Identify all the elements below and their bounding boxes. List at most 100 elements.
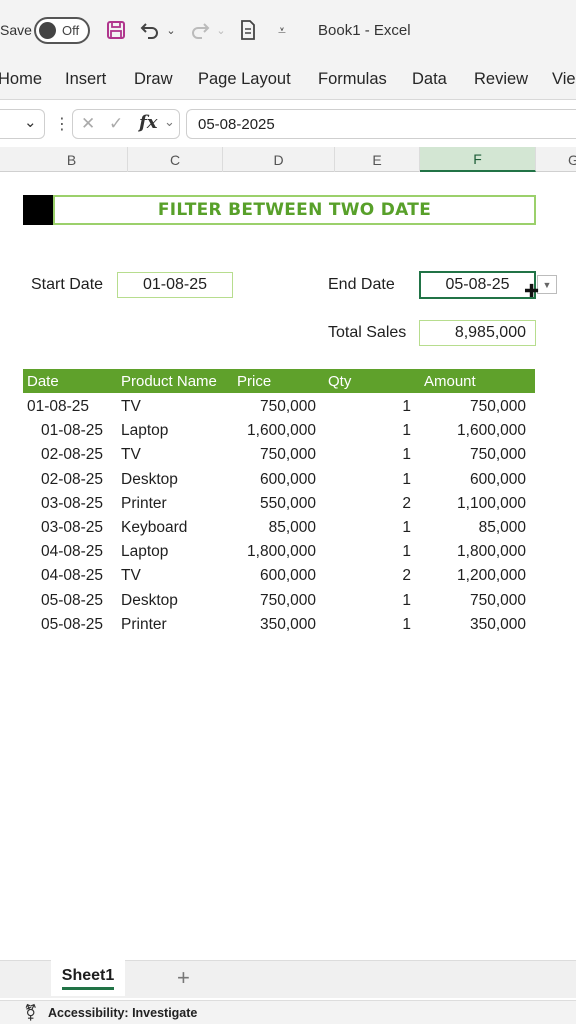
cell-price[interactable]: 1,800,000	[223, 541, 316, 563]
cell-price[interactable]: 350,000	[223, 614, 316, 636]
cell-date[interactable]: 03-08-25	[23, 517, 103, 539]
more-options-icon[interactable]: ⋮	[54, 114, 70, 134]
column-header-c[interactable]: C	[128, 147, 223, 172]
header-date[interactable]: Date	[27, 373, 59, 390]
cell-qty[interactable]: 2	[335, 493, 411, 515]
cell-price[interactable]: 600,000	[223, 469, 316, 491]
cell-price[interactable]: 750,000	[223, 444, 316, 466]
cell-date[interactable]: 01-08-25	[23, 420, 103, 442]
cell-product[interactable]: Keyboard	[121, 517, 231, 539]
enter-icon[interactable]: ✓	[109, 114, 123, 134]
add-sheet-icon[interactable]: +	[177, 965, 190, 991]
header-price[interactable]: Price	[237, 373, 271, 390]
tab-home[interactable]: Home	[0, 70, 42, 89]
cell-qty[interactable]: 1	[335, 444, 411, 466]
cell-product[interactable]: Printer	[121, 493, 231, 515]
cell-qty[interactable]: 1	[335, 614, 411, 636]
cell-date[interactable]: 03-08-25	[23, 493, 103, 515]
cell-product[interactable]: Laptop	[121, 420, 231, 442]
column-header-f[interactable]: F	[420, 147, 536, 172]
total-sales-label: Total Sales	[328, 324, 407, 341]
cell-date[interactable]: 05-08-25	[23, 590, 103, 612]
workbook-title: Book1 - Excel	[318, 22, 411, 39]
cell-product[interactable]: TV	[121, 396, 231, 418]
column-header-g[interactable]: G	[536, 147, 576, 172]
cell-amount[interactable]: 750,000	[420, 590, 526, 612]
cell-qty[interactable]: 1	[335, 420, 411, 442]
redo-dropdown-icon[interactable]: ⌄	[214, 17, 228, 43]
cell-product[interactable]: Laptop	[121, 541, 231, 563]
sheet-tab-label: Sheet1	[61, 967, 115, 990]
cell-price[interactable]: 85,000	[223, 517, 316, 539]
cell-amount[interactable]: 750,000	[420, 396, 526, 418]
cell-amount[interactable]: 1,800,000	[420, 541, 526, 563]
cell-product[interactable]: TV	[121, 565, 231, 587]
cell-amount[interactable]: 750,000	[420, 444, 526, 466]
header-product-name[interactable]: Product Name	[121, 373, 217, 390]
cell-date[interactable]: 04-08-25	[23, 565, 103, 587]
cell-price[interactable]: 750,000	[223, 590, 316, 612]
cell-price[interactable]: 1,600,000	[223, 420, 316, 442]
column-header-d[interactable]: D	[223, 147, 335, 172]
tab-insert[interactable]: Insert	[65, 70, 106, 89]
end-date-cell[interactable]: 05-08-25	[419, 271, 536, 299]
cell-product[interactable]: TV	[121, 444, 231, 466]
accessibility-icon[interactable]: ⚧	[24, 1003, 37, 1023]
cell-price[interactable]: 550,000	[223, 493, 316, 515]
document-icon[interactable]	[236, 17, 260, 43]
cell-date[interactable]: 05-08-25	[23, 614, 103, 636]
customize-toolbar-icon[interactable]: ⩡	[272, 17, 292, 43]
validation-dropdown-icon[interactable]: ▼	[537, 275, 557, 294]
column-header-b[interactable]: B	[16, 147, 128, 172]
name-box-chevron-icon: ⌄	[24, 114, 37, 131]
total-sales-cell[interactable]: 8,985,000	[419, 320, 536, 346]
cell-qty[interactable]: 1	[335, 396, 411, 418]
tab-review[interactable]: Review	[474, 70, 528, 89]
cell-date[interactable]: 02-08-25	[23, 469, 103, 491]
tab-formulas[interactable]: Formulas	[318, 70, 387, 89]
cell-amount[interactable]: 350,000	[420, 614, 526, 636]
tab-data[interactable]: Data	[412, 70, 447, 89]
fill-handle-cursor-icon: ✚	[524, 281, 540, 301]
cell-product[interactable]: Printer	[121, 614, 231, 636]
cell-amount[interactable]: 85,000	[420, 517, 526, 539]
start-date-cell[interactable]: 01-08-25	[117, 272, 233, 298]
autosave-toggle[interactable]: Off	[34, 17, 90, 44]
insert-function-icon[interactable]: fx	[139, 112, 157, 133]
cell-amount[interactable]: 1,200,000	[420, 565, 526, 587]
cell-qty[interactable]: 1	[335, 541, 411, 563]
cancel-icon[interactable]: ✕	[81, 114, 95, 134]
cell-qty[interactable]: 1	[335, 590, 411, 612]
tab-view[interactable]: Vie	[552, 70, 576, 89]
cell-qty[interactable]: 2	[335, 565, 411, 587]
cell-amount[interactable]: 1,600,000	[420, 420, 526, 442]
cell-qty[interactable]: 1	[335, 469, 411, 491]
fx-chevron-icon[interactable]: ⌄	[164, 114, 175, 130]
cell-qty[interactable]: 1	[335, 517, 411, 539]
tab-page-layout[interactable]: Page Layout	[198, 70, 291, 89]
sheet-tab-sheet1[interactable]: Sheet1	[51, 960, 125, 996]
title-banner[interactable]: FILTER BETWEEN TWO DATE	[53, 195, 536, 225]
accessibility-status[interactable]: Accessibility: Investigate	[48, 1006, 197, 1020]
cell-date[interactable]: 02-08-25	[23, 444, 103, 466]
column-header-e[interactable]: E	[335, 147, 420, 172]
cell-price[interactable]: 750,000	[223, 396, 316, 418]
cell-date[interactable]: 01-08-25	[23, 396, 103, 418]
name-box[interactable]: ⌄	[0, 109, 45, 139]
cell-price[interactable]: 600,000	[223, 565, 316, 587]
redo-icon[interactable]	[188, 17, 212, 43]
cell-product[interactable]: Desktop	[121, 590, 231, 612]
cell-amount[interactable]: 1,100,000	[420, 493, 526, 515]
cell-amount[interactable]: 600,000	[420, 469, 526, 491]
tab-draw[interactable]: Draw	[134, 70, 173, 89]
autosave-label: Save	[0, 22, 32, 38]
header-qty[interactable]: Qty	[328, 373, 351, 390]
header-amount[interactable]: Amount	[424, 373, 476, 390]
undo-icon[interactable]	[138, 17, 162, 43]
undo-dropdown-icon[interactable]: ⌄	[164, 17, 178, 43]
save-icon[interactable]	[104, 17, 128, 43]
toggle-state-label: Off	[62, 23, 80, 38]
cell-product[interactable]: Desktop	[121, 469, 231, 491]
cell-date[interactable]: 04-08-25	[23, 541, 103, 563]
toggle-knob	[39, 22, 56, 39]
